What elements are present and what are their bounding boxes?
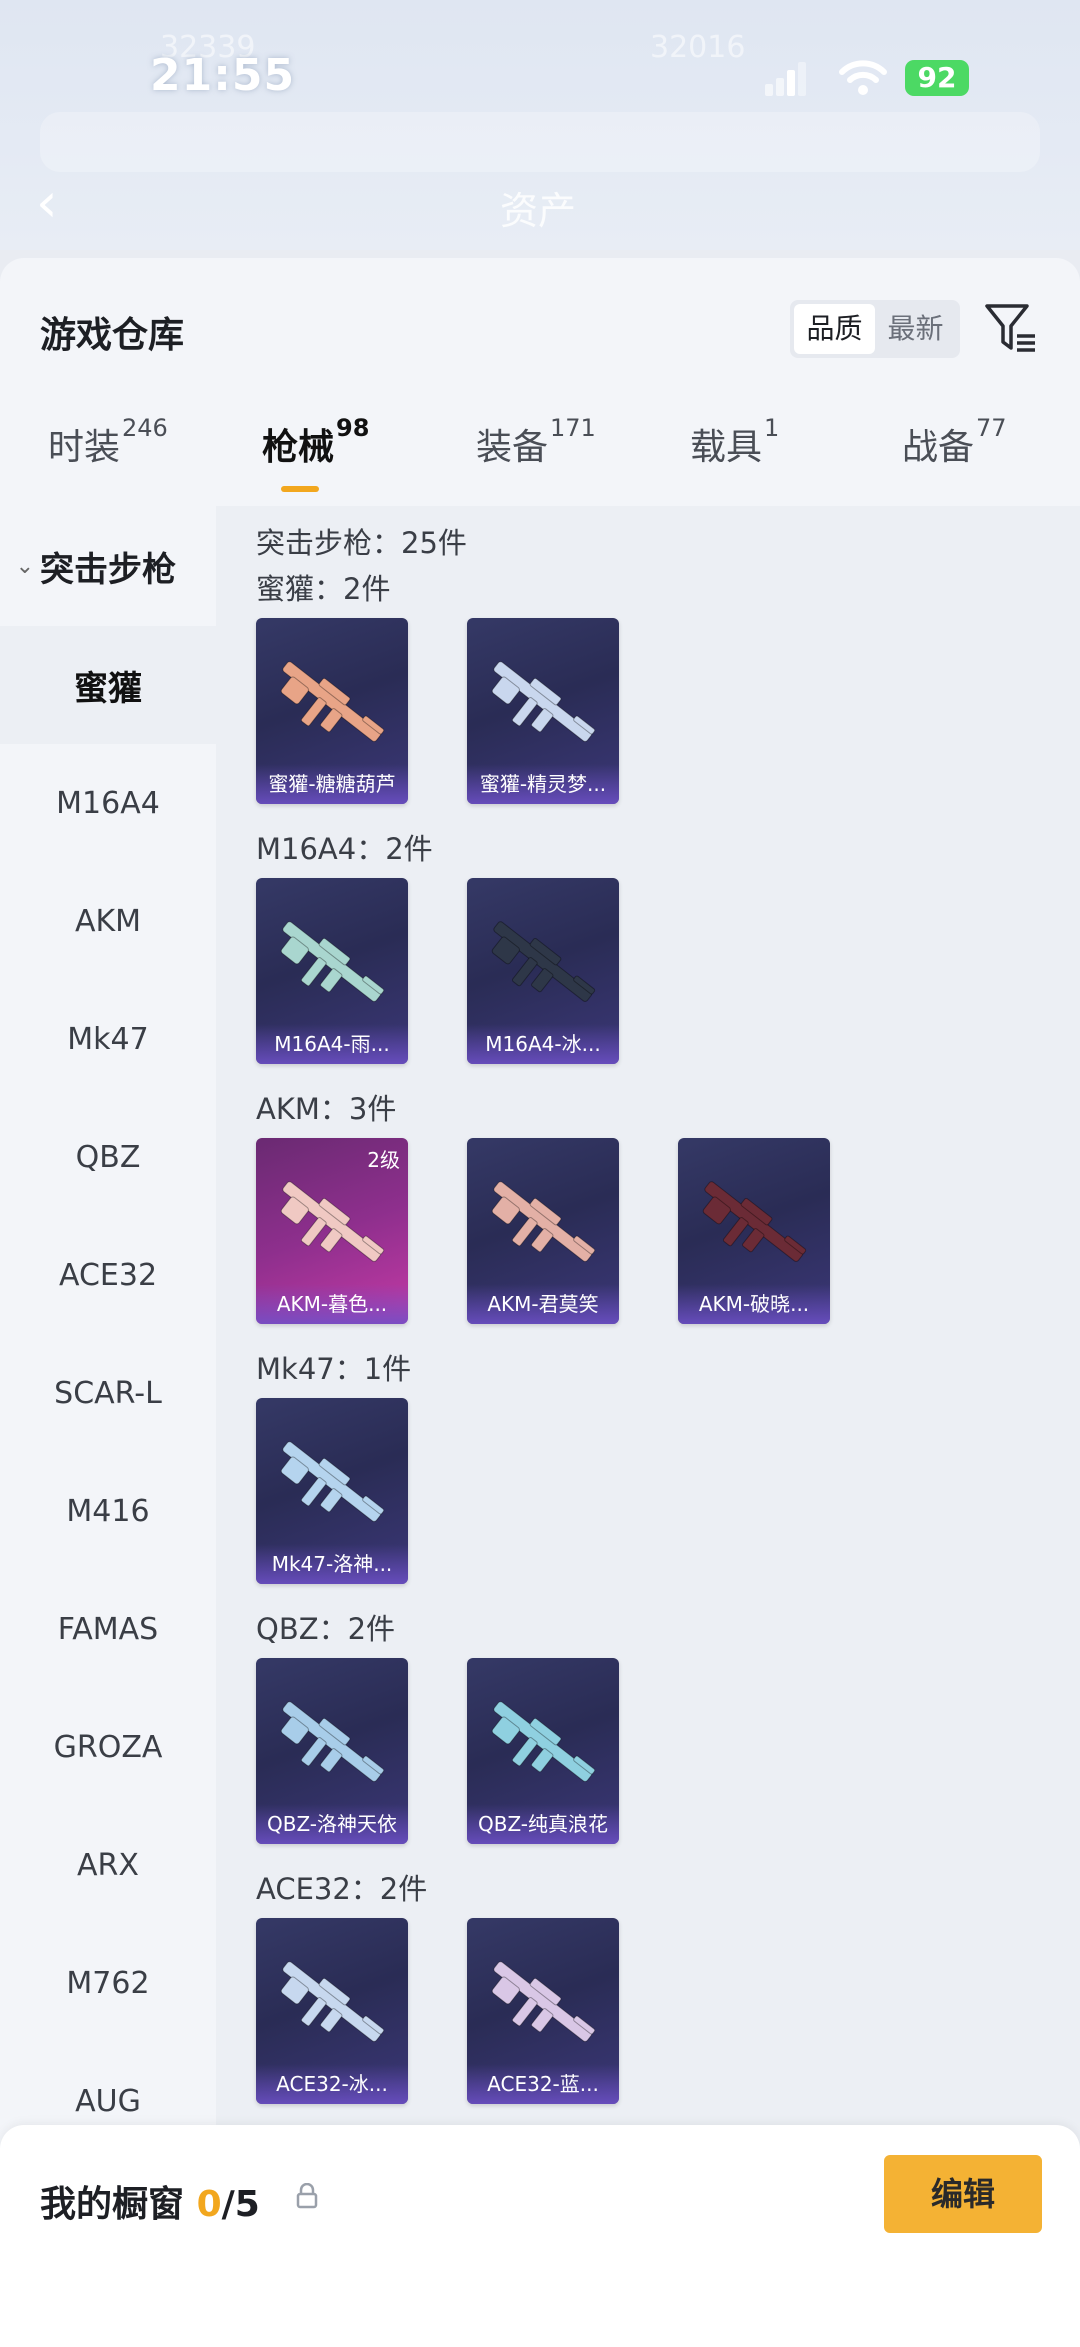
weapon-card[interactable]: QBZ-纯真浪花 — [467, 1658, 619, 1844]
tab-supplies[interactable]: 战备77 — [902, 414, 1007, 470]
blurred-text-right: 32016 — [650, 30, 746, 65]
weapon-card[interactable]: 蜜獾-精灵梦... — [467, 618, 619, 804]
section-total: 突击步枪：25件 — [256, 526, 467, 560]
weapon-sidebar: ⌄ 突击步枪 蜜獾 M16A4 AKM Mk47 QBZ ACE32 SCAR-L M416 F… — [0, 506, 216, 2186]
tier-badge: 2级 — [367, 1148, 400, 1172]
group-title: 蜜獾：2件 — [256, 572, 391, 606]
showcase-count: 0 — [196, 2184, 222, 2225]
rifle-icon — [491, 921, 596, 1002]
category-tabs: 时装246 枪械98 装备171 载具1 战备77 — [0, 414, 1080, 498]
weapon-card[interactable]: M16A4-雨... — [256, 878, 408, 1064]
rifle-icon — [491, 1701, 596, 1782]
sidebar-item-weapon[interactable]: GROZA — [0, 1688, 216, 1806]
sidebar-category-label: 突击步枪 — [40, 549, 176, 590]
weapon-card-name: QBZ-洛神天依 — [256, 1804, 408, 1844]
tab-fashion[interactable]: 时装246 — [48, 414, 168, 470]
sidebar-item-weapon[interactable]: M16A4 — [0, 744, 216, 862]
weapon-card-name: M16A4-冰... — [467, 1024, 619, 1064]
rifle-icon — [491, 1181, 596, 1262]
weapon-card-name: ACE32-冰... — [256, 2064, 408, 2104]
weapon-card-name: AKM-破晓... — [678, 1284, 830, 1324]
nav-title: 资产 — [500, 189, 577, 233]
weapon-card-name: 蜜獾-精灵梦... — [467, 764, 619, 804]
showcase-total: /5 — [221, 2184, 260, 2225]
sidebar-category-header[interactable]: ⌄ 突击步枪 — [0, 506, 216, 626]
sidebar-item-weapon[interactable]: AKM — [0, 862, 216, 980]
group-title: QBZ：2件 — [256, 1612, 396, 1646]
rifle-icon — [280, 1701, 385, 1782]
wifi-icon — [839, 60, 887, 95]
weapon-card-name: QBZ-纯真浪花 — [467, 1804, 619, 1844]
edit-button[interactable]: 编辑 — [884, 2155, 1042, 2233]
weapon-card[interactable]: 蜜獾-糖糖葫芦 — [256, 618, 408, 804]
group-title: ACE32：2件 — [256, 1872, 428, 1906]
filter-icon[interactable] — [983, 300, 1039, 356]
weapon-grid[interactable]: 突击步枪：25件 蜜獾：2件蜜獾-糖糖葫芦 蜜獾-精灵梦... M16A4：2件 M1… — [216, 506, 1080, 2206]
sidebar-item-weapon[interactable]: SCAR-L — [0, 1334, 216, 1452]
rifle-icon — [280, 1181, 385, 1262]
status-bar: 32339 32016 21:55 92 ‹ 资产 — [0, 0, 1080, 250]
sidebar-item-weapon[interactable]: Mk47 — [0, 980, 216, 1098]
weapon-card-name: M16A4-雨... — [256, 1024, 408, 1064]
sort-newest-button[interactable]: 最新 — [875, 304, 956, 354]
status-time: 21:55 — [150, 50, 296, 101]
showcase-title: 我的橱窗 0/5 — [40, 2175, 260, 2227]
group-title: AKM：3件 — [256, 1092, 397, 1126]
weapon-card[interactable]: QBZ-洛神天依 — [256, 1658, 408, 1844]
tab-equipment[interactable]: 装备171 — [476, 414, 596, 470]
weapon-card[interactable]: ACE32-蓝... — [467, 1918, 619, 2104]
sort-quality-button[interactable]: 品质 — [794, 304, 875, 354]
sort-toggle: 品质 最新 — [790, 300, 960, 358]
rifle-icon — [280, 661, 385, 742]
sidebar-item-weapon[interactable]: 蜜獾 — [0, 626, 216, 744]
group-title: M16A4：2件 — [256, 832, 433, 866]
lock-icon — [296, 2183, 318, 2209]
rifle-icon — [280, 1961, 385, 2042]
weapon-card-name: 蜜獾-糖糖葫芦 — [256, 764, 408, 804]
rifle-icon — [280, 921, 385, 1002]
active-tab-indicator — [281, 486, 319, 492]
weapon-card-name: Mk47-洛神... — [256, 1544, 408, 1584]
group-title: Mk47：1件 — [256, 1352, 412, 1386]
sidebar-item-weapon[interactable]: ARX — [0, 1806, 216, 1924]
weapon-card[interactable]: AKM-破晓... — [678, 1138, 830, 1324]
weapon-card[interactable]: AKM-君莫笑 — [467, 1138, 619, 1324]
tab-vehicles[interactable]: 载具1 — [690, 414, 779, 470]
sidebar-item-weapon[interactable]: FAMAS — [0, 1570, 216, 1688]
game-warehouse-sheet: 游戏仓库 品质 最新 时装246 枪械98 装备171 载具1 战备77 ⌄ 突… — [0, 258, 1080, 2347]
rifle-icon — [702, 1181, 807, 1262]
cellular-signal-icon — [765, 62, 806, 96]
weapon-card[interactable]: 2级 AKM-暮色... — [256, 1138, 408, 1324]
weapon-card-name: AKM-君莫笑 — [467, 1284, 619, 1324]
rifle-icon — [491, 1961, 596, 2042]
tab-firearms[interactable]: 枪械98 — [262, 414, 369, 470]
weapon-card[interactable]: M16A4-冰... — [467, 878, 619, 1064]
rifle-icon — [280, 1441, 385, 1522]
sidebar-item-weapon[interactable]: QBZ — [0, 1098, 216, 1216]
weapon-card[interactable]: Mk47-洛神... — [256, 1398, 408, 1584]
weapon-card-name: ACE32-蓝... — [467, 2064, 619, 2104]
sheet-title: 游戏仓库 — [40, 315, 185, 356]
sidebar-item-weapon[interactable]: M762 — [0, 1924, 216, 2042]
sidebar-item-weapon[interactable]: ACE32 — [0, 1216, 216, 1334]
rifle-icon — [491, 661, 596, 742]
chevron-down-icon: ⌄ — [15, 553, 34, 579]
sidebar-item-weapon[interactable]: M416 — [0, 1452, 216, 1570]
showcase-bar: 我的橱窗 0/5 编辑 — [0, 2125, 1080, 2347]
battery-indicator: 92 — [905, 60, 969, 96]
weapon-card-name: AKM-暮色... — [256, 1284, 408, 1324]
weapon-card[interactable]: ACE32-冰... — [256, 1918, 408, 2104]
back-icon[interactable]: ‹ — [36, 176, 76, 230]
blurred-header-row — [40, 112, 1040, 172]
showcase-label: 我的橱窗 — [40, 2184, 185, 2225]
